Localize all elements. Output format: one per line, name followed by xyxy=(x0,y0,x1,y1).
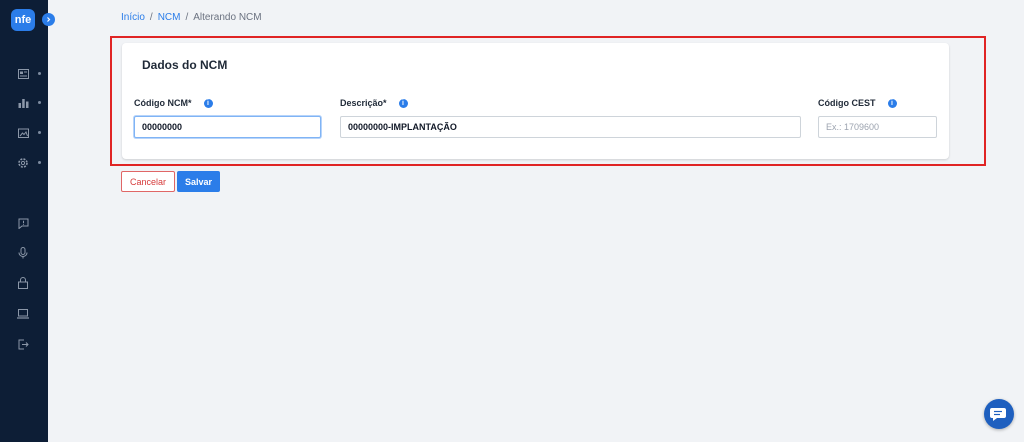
breadcrumb-separator: / xyxy=(149,12,153,23)
description-input[interactable] xyxy=(340,116,801,138)
chevron-right-icon xyxy=(47,17,51,22)
card-title: Dados do NCM xyxy=(142,58,228,72)
gear-icon[interactable] xyxy=(17,157,29,169)
cancel-button[interactable]: Cancelar xyxy=(121,171,175,192)
breadcrumb-separator: / xyxy=(185,12,189,23)
cest-code-label: Código CEST i xyxy=(818,98,897,108)
app-logo[interactable]: nfe xyxy=(11,9,35,31)
bar-chart-icon[interactable] xyxy=(17,97,29,109)
description-label: Descrição* i xyxy=(340,98,408,108)
breadcrumb-current: Alterando NCM xyxy=(193,12,262,23)
submenu-dot xyxy=(38,72,41,75)
ncm-code-label: Código NCM* i xyxy=(134,98,213,108)
submenu-dot xyxy=(38,131,41,134)
info-icon[interactable]: i xyxy=(203,98,213,108)
breadcrumb: Início / NCM / Alterando NCM xyxy=(121,12,262,23)
microphone-icon[interactable] xyxy=(17,247,29,259)
feedback-icon[interactable] xyxy=(17,217,29,229)
cest-code-input[interactable] xyxy=(818,116,937,138)
info-icon[interactable]: i xyxy=(398,98,408,108)
submenu-dot xyxy=(38,101,41,104)
breadcrumb-home[interactable]: Início xyxy=(121,12,145,23)
laptop-icon[interactable] xyxy=(17,308,29,320)
ncm-code-input[interactable] xyxy=(134,116,321,138)
newspaper-icon[interactable] xyxy=(17,68,29,80)
save-button[interactable]: Salvar xyxy=(177,171,220,192)
submenu-dot xyxy=(38,161,41,164)
sidebar: nfe xyxy=(0,0,48,442)
ncm-form-card: Dados do NCM Código NCM* i Descrição* i … xyxy=(122,43,949,159)
logout-icon[interactable] xyxy=(17,338,29,350)
sidebar-expand-button[interactable] xyxy=(42,13,55,26)
folder-image-icon[interactable] xyxy=(17,127,29,139)
breadcrumb-ncm[interactable]: NCM xyxy=(158,12,181,23)
lock-icon[interactable] xyxy=(17,277,29,289)
chat-support-button[interactable] xyxy=(984,399,1014,429)
chat-icon xyxy=(990,408,1006,421)
info-icon[interactable]: i xyxy=(887,98,897,108)
